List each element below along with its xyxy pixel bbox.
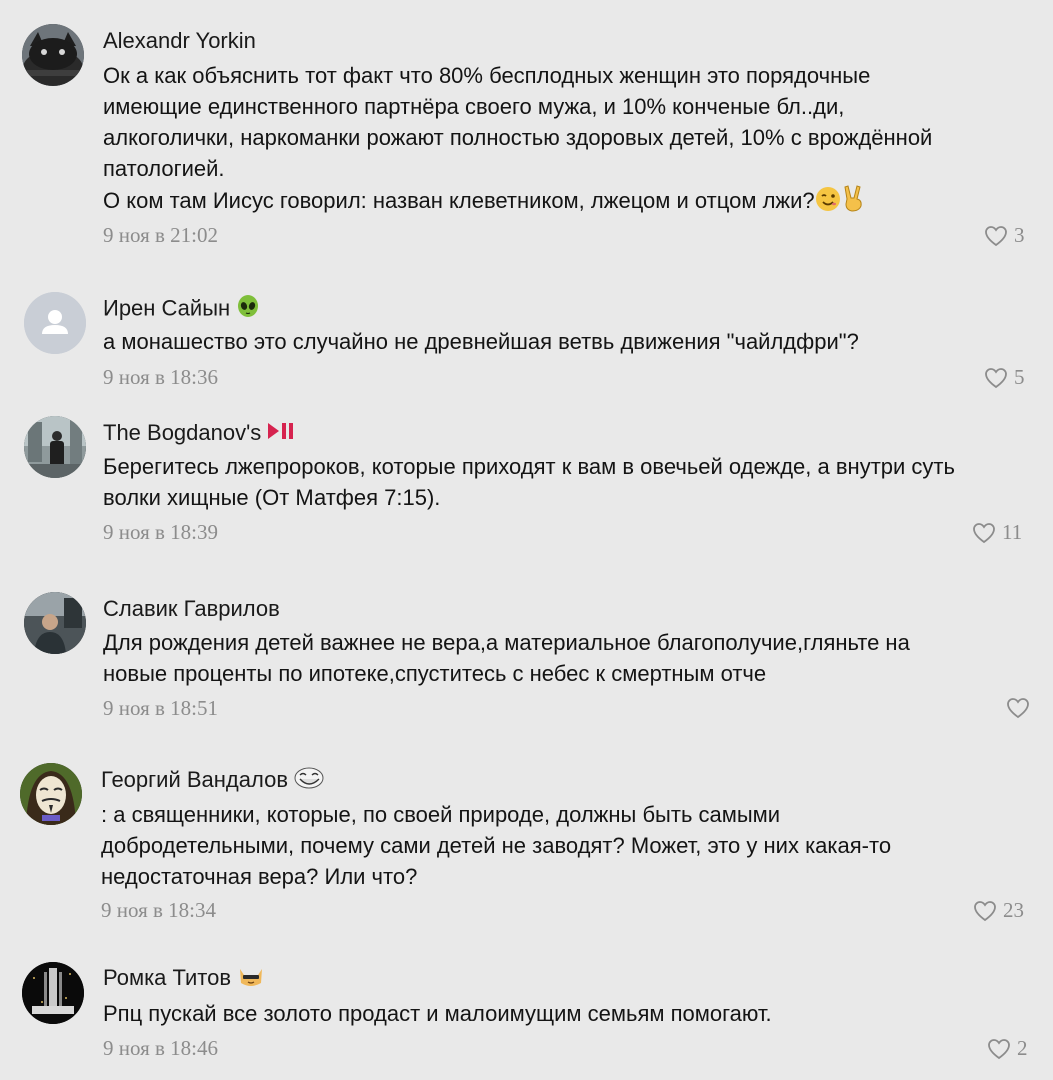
- alien-face-emoji: [236, 294, 260, 325]
- avatar-photo-image: [24, 416, 86, 478]
- comment-text-line: имеющие единственного партнёра своего му…: [103, 94, 845, 119]
- comment-date[interactable]: 9 ноя в 18:39: [103, 520, 218, 545]
- comment-date[interactable]: 9 ноя в 18:36: [103, 365, 218, 390]
- comment-text-line: Ок а как объяснить тот факт что 80% бесп…: [103, 63, 871, 88]
- winking-face-emoji: [815, 186, 841, 220]
- avatar-cat-image: [22, 24, 84, 86]
- like-count: 11: [1002, 520, 1023, 544]
- comment-text-line: Для рождения детей важнее не вера,а мате…: [103, 630, 910, 655]
- avatar[interactable]: [22, 962, 84, 1024]
- victory-hand-emoji: [841, 184, 865, 220]
- like-count: 5: [1014, 365, 1025, 389]
- heart-icon: [1007, 698, 1029, 719]
- troll-face-emoji: [294, 767, 324, 796]
- like-button[interactable]: 11: [972, 520, 1022, 545]
- comment-author-name: Ромка Титов: [103, 965, 232, 990]
- avatar-logo-image: [22, 962, 84, 1024]
- comment-author[interactable]: Ирен Сайын: [103, 294, 260, 325]
- like-count: 23: [1003, 898, 1024, 922]
- like-button[interactable]: [1006, 697, 1036, 719]
- comment-text: а монашество это случайно не древнейшая …: [103, 326, 859, 357]
- like-button[interactable]: 23: [973, 898, 1024, 923]
- comment-text-line: новые проценты по ипотеке,спуститесь с н…: [103, 661, 767, 686]
- comment-author-name: The Bogdanov's: [103, 420, 262, 445]
- default-avatar-icon: [24, 292, 86, 354]
- comment-text-line: патологией.: [103, 156, 225, 181]
- avatar[interactable]: [22, 24, 84, 86]
- comment-date[interactable]: 9 ноя в 18:34: [101, 898, 216, 923]
- comment-text-line: алкоголички, наркоманки рожают полностью…: [103, 125, 933, 150]
- comment-date[interactable]: 9 ноя в 18:51: [103, 696, 218, 721]
- comment-author[interactable]: Славик Гаврилов: [103, 595, 280, 623]
- comment-text-line: волки хищные (От Матфея 7:15).: [103, 485, 441, 510]
- comment-author[interactable]: Георгий Вандалов: [101, 766, 324, 796]
- avatar[interactable]: [24, 592, 86, 654]
- comment-author[interactable]: The Bogdanov's: [103, 419, 295, 448]
- like-button[interactable]: 3: [984, 223, 1025, 248]
- heart-icon: [985, 225, 1007, 246]
- avatar[interactable]: [24, 292, 86, 354]
- comment-text-line: недостаточная вера? Или что?: [101, 864, 418, 889]
- like-count: 3: [1014, 223, 1025, 247]
- play-pause-emoji: [267, 420, 295, 448]
- comment-text-line: Берегитесь лжепророков, которые приходят…: [103, 454, 955, 479]
- avatar[interactable]: [24, 416, 86, 478]
- comment-date[interactable]: 9 ноя в 18:46: [103, 1036, 218, 1061]
- cool-cat-emoji: [237, 965, 265, 994]
- avatar[interactable]: [20, 763, 82, 825]
- like-button[interactable]: 5: [984, 365, 1025, 390]
- comment-text: : а священники, которые, по своей природ…: [101, 799, 891, 892]
- heart-icon: [974, 900, 996, 921]
- comment-text: Для рождения детей важнее не вера,а мате…: [103, 627, 910, 689]
- avatar-mask-image: [20, 763, 82, 825]
- comment-date[interactable]: 9 ноя в 21:02: [103, 223, 218, 248]
- comment-text-line-content: О ком там Иисус говорил: назван клеветни…: [103, 188, 815, 213]
- comment-text-line: а монашество это случайно не древнейшая …: [103, 329, 859, 354]
- comment-author-name: Ирен Сайын: [103, 295, 231, 321]
- comment-text: Рпц пускай все золото продаст и малоимущ…: [103, 998, 772, 1029]
- comment-text-line: : а священники, которые, по своей природ…: [101, 802, 781, 827]
- comment-author[interactable]: Alexandr Yorkin: [103, 27, 256, 55]
- comment-text-line: добродетельными, почему сами детей не за…: [101, 833, 892, 858]
- heart-icon: [973, 522, 995, 543]
- heart-icon: [985, 367, 1007, 388]
- like-button[interactable]: 2: [987, 1036, 1028, 1061]
- comment-author[interactable]: Ромка Титов: [103, 964, 265, 994]
- comment-author-name: Георгий Вандалов: [101, 767, 288, 792]
- comment-text: Берегитесь лжепророков, которые приходят…: [103, 451, 955, 513]
- like-count: 2: [1017, 1036, 1028, 1060]
- comment-text: Ок а как объяснить тот факт что 80% бесп…: [103, 60, 932, 220]
- comment-text-line: О ком там Иисус говорил: назван клеветни…: [103, 184, 932, 220]
- avatar-photo-image: [24, 592, 86, 654]
- comment-text-line: Рпц пускай все золото продаст и малоимущ…: [103, 1001, 772, 1026]
- heart-icon: [988, 1038, 1010, 1059]
